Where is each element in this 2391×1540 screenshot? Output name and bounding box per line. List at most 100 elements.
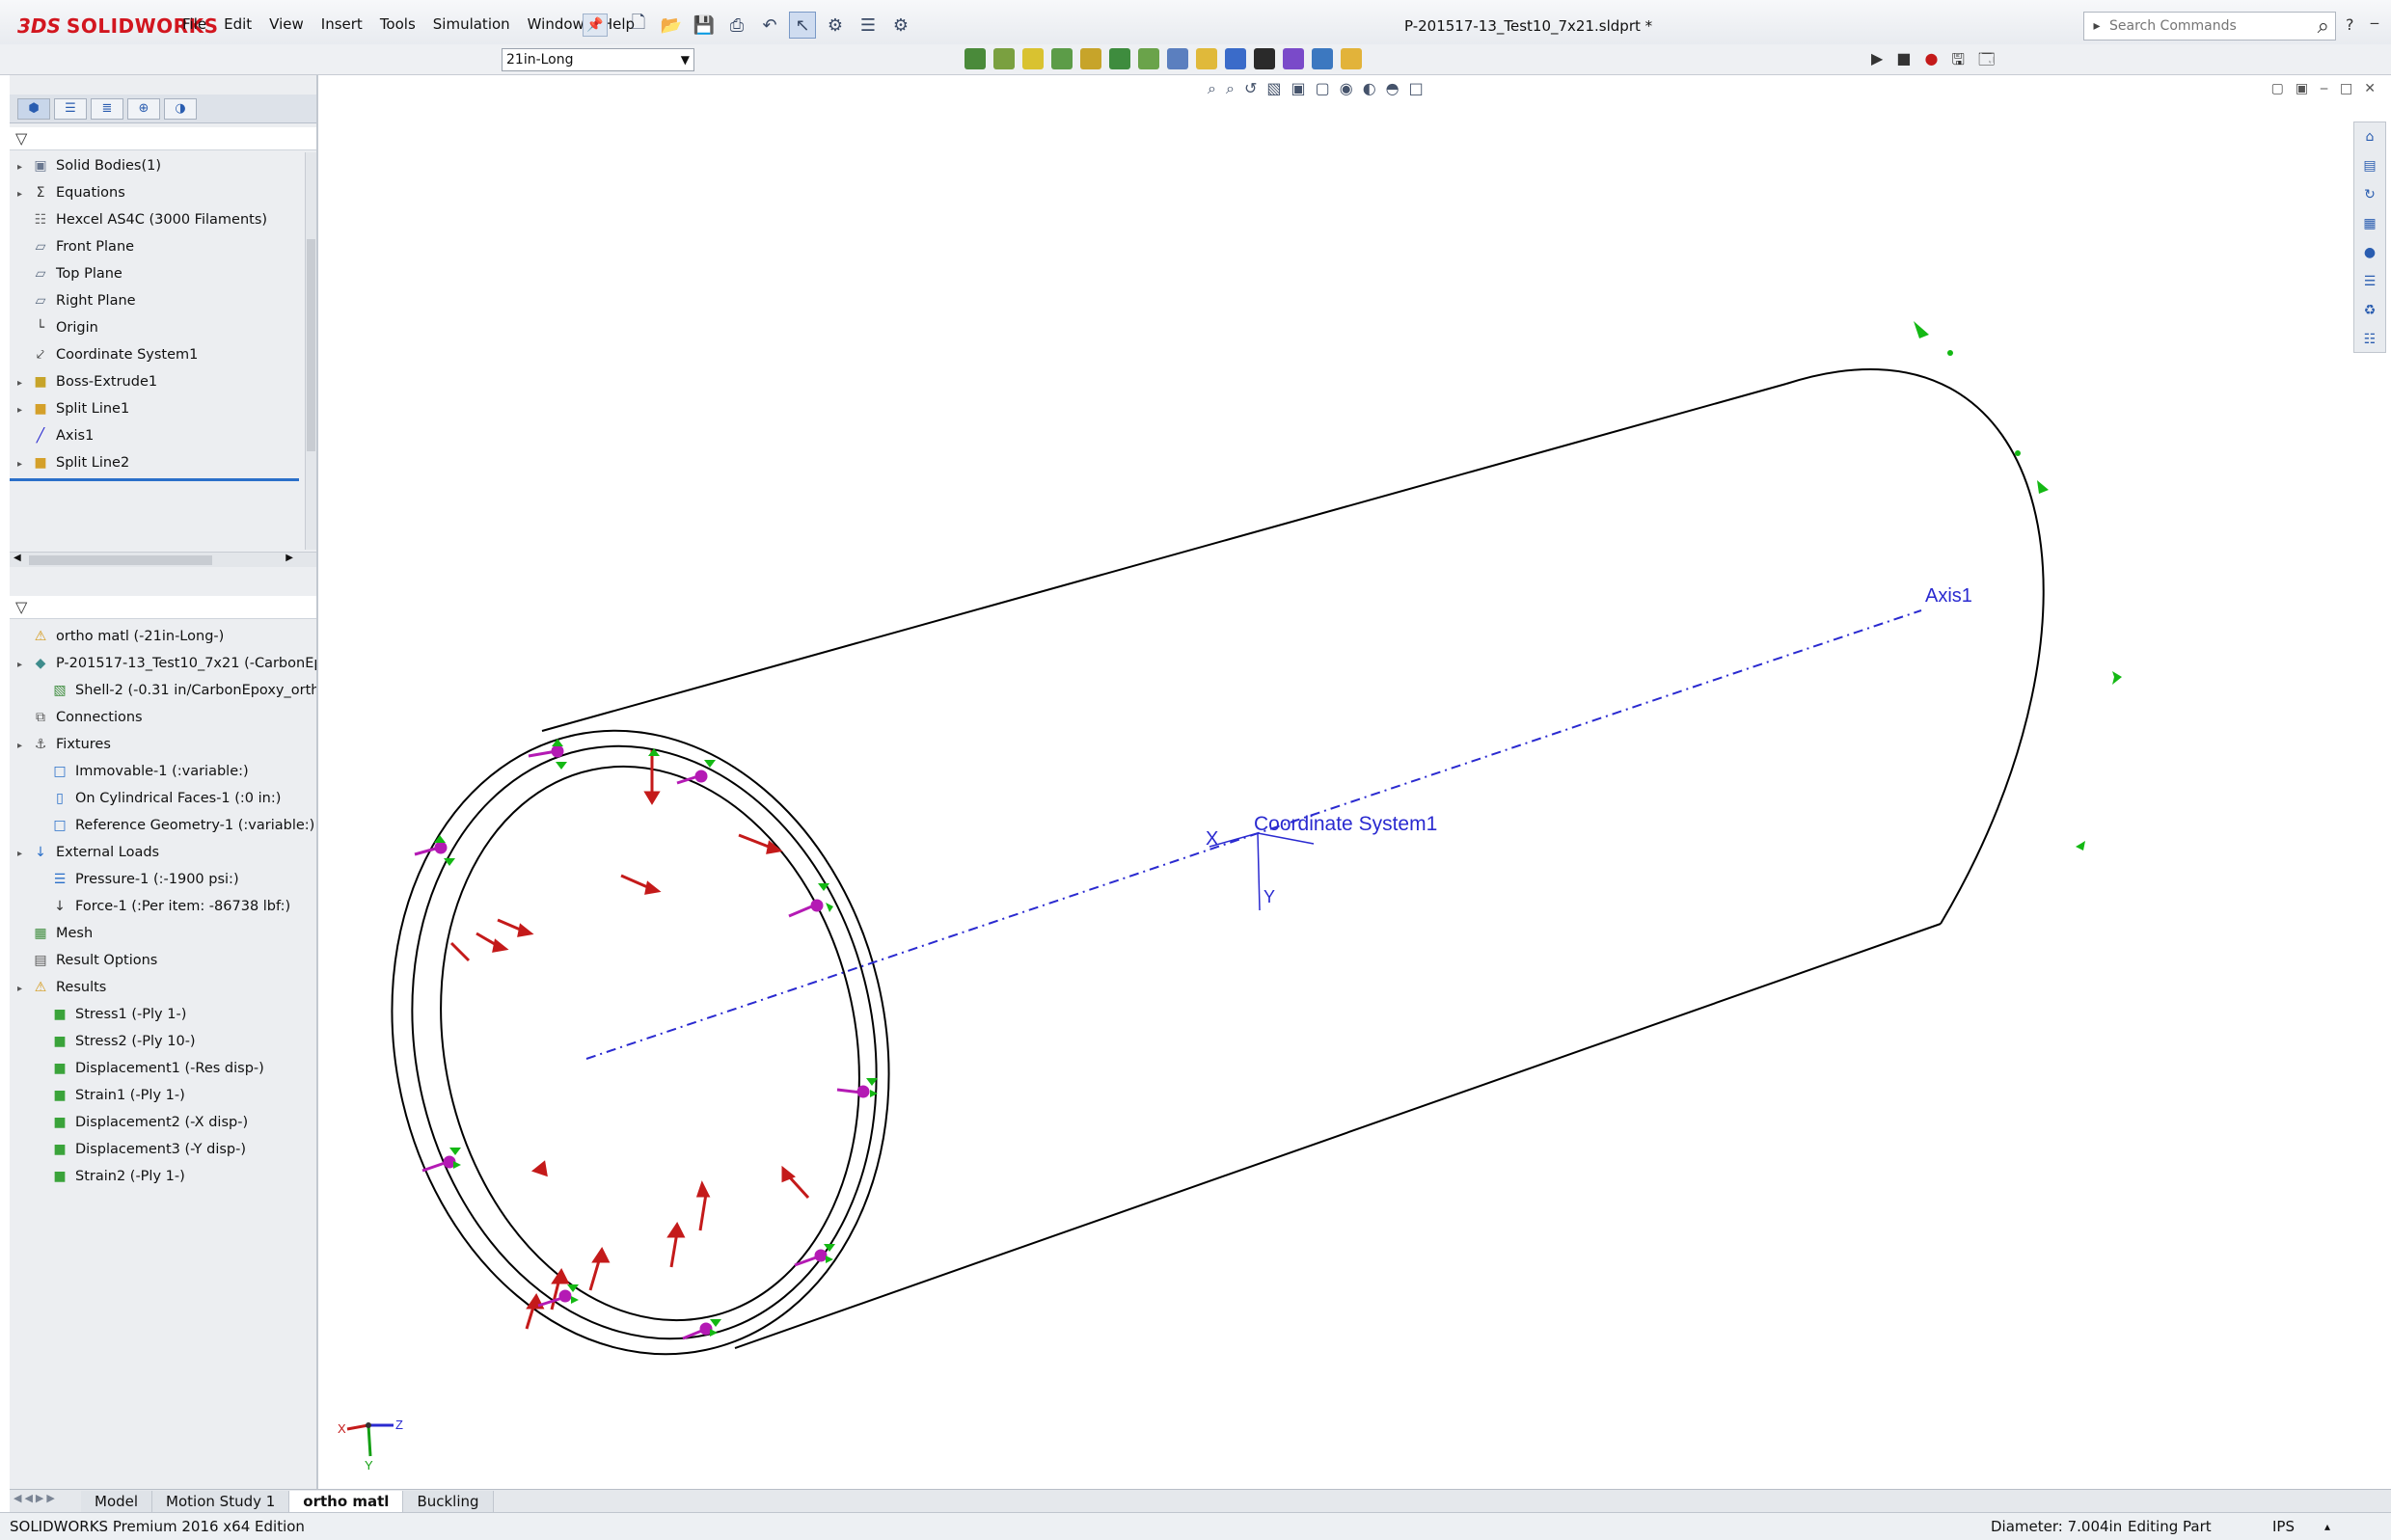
menu-tools[interactable]: Tools [371, 14, 424, 35]
expand-arrow-icon[interactable]: ▸ [17, 397, 31, 424]
deformed-result-icon[interactable] [1196, 48, 1217, 69]
design-library-icon[interactable]: ▤ [2359, 155, 2380, 176]
simulation-tree-item[interactable]: ↓ Force-1 (:Per item: -86738 lbf:) [10, 893, 316, 920]
expand-arrow-icon[interactable]: ▸ [17, 181, 31, 208]
view-orientation-icon[interactable]: ▣ [1291, 79, 1305, 98]
search-input[interactable] [2109, 18, 2273, 34]
minimize-icon[interactable]: ‒ [2370, 14, 2379, 32]
play-icon[interactable]: ▶ [1871, 49, 1883, 75]
feature-tree-item[interactable]: ▸ ■ Split Line1 [10, 395, 305, 422]
simulation-tree-item[interactable]: ⚠ ortho matl (-21in-Long-) [10, 623, 316, 650]
design-insight-icon[interactable] [1341, 48, 1362, 69]
record-icon[interactable]: ● [1924, 49, 1938, 75]
fixtures-tool-icon[interactable] [993, 48, 1015, 69]
menu-view[interactable]: View [260, 14, 312, 35]
simulation-tree-item[interactable]: ▸ ↓ External Loads [10, 839, 316, 866]
expand-arrow-icon[interactable]: ▸ [17, 841, 31, 868]
expand-arrow-icon[interactable]: ▸ [17, 451, 31, 478]
display-manager-tab-icon[interactable]: ◑ [164, 98, 197, 120]
simulation-tree-item[interactable]: □ Immovable-1 (:variable:) [10, 758, 316, 785]
previous-view-icon[interactable]: ↺ [1244, 79, 1257, 98]
feature-tree-item[interactable]: ▸ ■ Split Line2 [10, 449, 305, 476]
loads-tool-icon[interactable] [1022, 48, 1044, 69]
dimxpert-tab-icon[interactable]: ⊕ [127, 98, 160, 120]
feature-tree-item[interactable]: ▸ Σ Equations [10, 179, 305, 206]
viewport-close-icon[interactable]: ✕ [2364, 81, 2376, 96]
zoom-to-area-icon[interactable]: ⌕ [1226, 79, 1235, 98]
feature-tree-item[interactable]: ╱ Axis1 [10, 422, 305, 449]
custom-properties-icon[interactable]: ☰ [2359, 271, 2380, 292]
pin-menu-icon[interactable]: 📌 [583, 14, 608, 37]
units-chevron-icon[interactable]: ▴ [2324, 1513, 2330, 1540]
solidworks-resources-icon[interactable]: ⌂ [2359, 126, 2380, 148]
simulation-tree-item[interactable]: ⧉ Connections [10, 704, 316, 731]
view-palette-icon[interactable]: ▦ [2359, 213, 2380, 234]
viewport-minimize-icon[interactable]: ‒ [2320, 81, 2328, 96]
simulation-tree-item[interactable]: ■ Displacement3 (-Y disp-) [10, 1136, 316, 1163]
search-commands-box[interactable]: ▸ ⌕ [2083, 12, 2336, 41]
compare-results-icon[interactable] [1225, 48, 1246, 69]
feature-tree-item[interactable]: ▱ Front Plane [10, 233, 305, 260]
edit-appearance-icon[interactable]: ◐ [1363, 79, 1376, 98]
connections-tool-icon[interactable] [1051, 48, 1073, 69]
property-manager-tab-icon[interactable]: ☰ [54, 98, 87, 120]
comments-icon[interactable]: ☷ [2359, 329, 2380, 350]
status-units[interactable]: IPS [2272, 1513, 2295, 1540]
tab-navigation-arrows[interactable]: ◀◀▶▶ [14, 1492, 81, 1511]
save-icon[interactable]: 💾 [691, 12, 718, 39]
view-settings-icon[interactable]: □ [1409, 79, 1424, 98]
mesh-tool-icon[interactable] [1109, 48, 1130, 69]
search-icon[interactable]: ⌕ [2318, 14, 2329, 39]
feature-tree-hscrollbar[interactable]: ◀ ▶ [10, 552, 316, 567]
shell-manager-icon[interactable] [1080, 48, 1101, 69]
simulation-tree-filter[interactable]: ▽ [10, 596, 316, 619]
expand-arrow-icon[interactable]: ▸ [17, 652, 31, 679]
feature-tree-scrollbar[interactable] [305, 152, 316, 550]
stop-icon[interactable]: ■ [1896, 49, 1911, 75]
display-style-icon[interactable]: ▢ [1316, 79, 1330, 98]
plot-tools-icon[interactable] [1254, 48, 1275, 69]
section-view-icon[interactable]: ▧ [1266, 79, 1281, 98]
print-icon[interactable]: ⎙ [723, 12, 750, 39]
expand-arrow-icon[interactable]: ▸ [17, 733, 31, 760]
configuration-select[interactable]: 21in-Long ▼ [502, 48, 694, 71]
include-image-icon[interactable] [1312, 48, 1333, 69]
simulation-tree-item[interactable]: ▸ ⚠ Results [10, 974, 316, 1001]
hide-show-items-icon[interactable]: ◉ [1340, 79, 1353, 98]
simulation-tree-item[interactable]: ▸ ⚓ Fixtures [10, 731, 316, 758]
simulation-tree-item[interactable]: ☰ Pressure-1 (:-1900 psi:) [10, 866, 316, 893]
tab-motion-study-1[interactable]: Motion Study 1 [152, 1490, 290, 1512]
undo-icon[interactable]: ↶ [756, 12, 783, 39]
menu-simulation[interactable]: Simulation [424, 14, 519, 35]
feature-manager-tab-icon[interactable]: ⬢ [17, 98, 50, 120]
expand-arrow-icon[interactable]: ▸ [17, 154, 31, 181]
feature-tree-item[interactable]: └ Origin [10, 314, 305, 341]
viewport-restore-icon[interactable]: ▢ [2271, 81, 2284, 96]
feature-tree-item[interactable]: ▱ Top Plane [10, 260, 305, 287]
feature-tree-item[interactable]: ☷ Hexcel AS4C (3000 Filaments) [10, 206, 305, 233]
open-folder-icon[interactable]: 📂 [658, 12, 685, 39]
viewport-maximize-icon[interactable]: □ [2340, 81, 2352, 96]
simulation-tree-item[interactable]: ▦ Mesh [10, 920, 316, 947]
simulation-tree-item[interactable]: ■ Displacement2 (-X disp-) [10, 1109, 316, 1136]
feature-tree-item[interactable]: ▸ ▣ Solid Bodies(1) [10, 152, 305, 179]
simulation-tree-item[interactable]: ■ Strain1 (-Ply 1-) [10, 1082, 316, 1109]
file-explorer-icon[interactable]: ↻ [2359, 184, 2380, 205]
help-button[interactable]: ? [2346, 15, 2354, 34]
scroll-left-icon[interactable]: ◀ [14, 553, 21, 563]
tab-model[interactable]: Model [81, 1490, 153, 1512]
viewport-tile-icon[interactable]: ▣ [2296, 81, 2308, 96]
report-icon[interactable] [1283, 48, 1304, 69]
animation-options-icon[interactable]: 🗔 [1978, 49, 1995, 75]
new-document-icon[interactable]: 🗋 [625, 12, 652, 39]
tab-buckling[interactable]: Buckling [403, 1490, 494, 1512]
simulation-tree-item[interactable]: ▸ ◆ P-201517-13_Test10_7x21 (-CarbonEpoxy [10, 650, 316, 677]
simulation-tree-item[interactable]: □ Reference Geometry-1 (:variable:) [10, 812, 316, 839]
simulation-tree-item[interactable]: ■ Stress2 (-Ply 10-) [10, 1028, 316, 1055]
rollback-bar[interactable] [10, 478, 299, 481]
menu-file[interactable]: File [174, 14, 215, 35]
menu-edit[interactable]: Edit [215, 14, 260, 35]
feature-tree-item[interactable]: ⤦ Coordinate System1 [10, 341, 305, 368]
configuration-manager-tab-icon[interactable]: ≣ [91, 98, 123, 120]
simulation-tree-item[interactable]: ▧ Shell-2 (-0.31 in/CarbonEpoxy_ortho- [10, 677, 316, 704]
